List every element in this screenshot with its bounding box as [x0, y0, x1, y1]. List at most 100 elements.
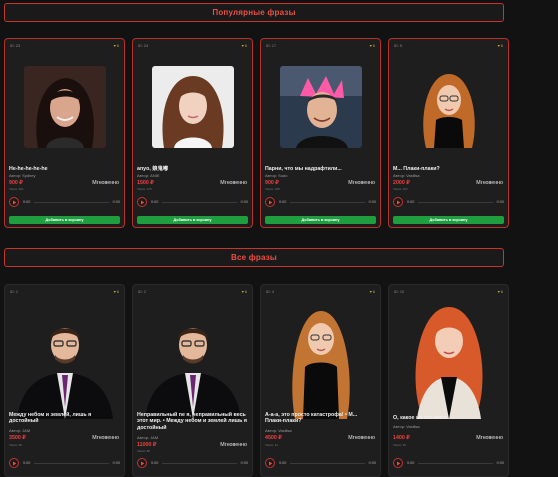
play-button[interactable] [265, 197, 275, 207]
favorite-count[interactable]: ♥ 6 [370, 290, 375, 294]
time-total: 0:00 [368, 461, 376, 465]
play-icon [140, 461, 144, 465]
time-current: 0:00 [279, 200, 287, 204]
progress-track[interactable] [34, 462, 109, 464]
add-to-cart-button[interactable]: Добавить в корзину [9, 216, 120, 224]
author-photo [390, 297, 507, 419]
audio-player: 0:00 0:00 [265, 457, 376, 469]
author-photo [151, 66, 234, 148]
delivery-type: Мгновенно [220, 442, 247, 448]
add-to-cart-button[interactable]: Добавить в корзину [137, 216, 248, 224]
audio-player: 0:00 0:00 [137, 196, 248, 208]
phrase-card[interactable]: ID: 1 ♥ 6 Между небом и землей, лишь я д… [4, 284, 125, 477]
play-button[interactable] [393, 458, 403, 468]
author-name: Автор: Vasilisa [393, 173, 420, 178]
author-photo [279, 66, 362, 148]
add-to-cart-button[interactable]: Добавить в корзину [393, 216, 504, 224]
play-icon [396, 200, 400, 204]
play-icon [268, 461, 272, 465]
phrase-card[interactable]: ID: 17 ♥ 6 Парни, что мы надрафтили... А… [260, 38, 381, 228]
phrase-card[interactable]: ID: 24 ♥ 6 anyo, 娘鬼嘟 Автор: ANIE 1500 ₽ … [132, 38, 253, 228]
phrase-card[interactable]: ID: 2 ♥ 6 Неправильный ne я, неправильны… [132, 284, 253, 477]
progress-track[interactable] [162, 462, 237, 464]
time-current: 0:00 [151, 200, 159, 204]
views-count: Views: 301 [9, 187, 24, 191]
progress-track[interactable] [290, 462, 365, 464]
favorite-count[interactable]: ♥ 6 [114, 44, 119, 48]
price: 2000 ₽ [393, 180, 410, 186]
price: 900 ₽ [265, 180, 279, 186]
phrase-title: He-he-he-he-he [9, 166, 48, 172]
author-name: Автор: Vasilisa [265, 428, 292, 433]
phrase-title: Парни, что мы надрафтили... [265, 166, 342, 172]
audio-player: 0:00 0:00 [265, 196, 376, 208]
phrase-card[interactable]: ID: 5 ♥ 6 М... Плаки-плаки? Автор: Vasil… [388, 38, 509, 228]
card-id: ID: 24 [138, 44, 149, 48]
card-id: ID: 1 [10, 290, 19, 294]
price: 3500 ₽ [9, 435, 26, 441]
progress-track[interactable] [418, 201, 493, 203]
popular-section-title: Популярные фразы [4, 3, 504, 22]
delivery-type: Мгновенно [92, 180, 119, 186]
audio-player: 0:00 0:00 [137, 457, 248, 469]
phrase-card[interactable]: ID: 4 ♥ 6 А-а-а, это просто катастрофа! … [260, 284, 381, 477]
progress-track[interactable] [418, 462, 493, 464]
audio-player: 0:00 0:00 [9, 196, 120, 208]
phrase-title: Между небом и землей, лишь я достойный [9, 412, 92, 425]
all-grid: ID: 1 ♥ 6 Между небом и землей, лишь я д… [4, 284, 513, 477]
author-name: Автор: Vasilisa [393, 424, 420, 429]
time-current: 0:00 [407, 200, 415, 204]
time-current: 0:00 [407, 461, 415, 465]
author-photo [262, 297, 379, 419]
audio-player: 0:00 0:00 [393, 196, 504, 208]
delivery-type: Мгновенно [220, 180, 247, 186]
favorite-count[interactable]: ♥ 6 [498, 44, 503, 48]
favorite-count[interactable]: ♥ 6 [242, 290, 247, 294]
play-icon [12, 200, 16, 204]
play-button[interactable] [265, 458, 275, 468]
time-total: 0:00 [496, 461, 504, 465]
popular-grid: ID: 23 ♥ 6 He-he-he-he-he Автор: Sydney … [4, 38, 513, 228]
play-button[interactable] [9, 458, 19, 468]
audio-player: 0:00 0:00 [393, 457, 504, 469]
delivery-type: Мгновенно [476, 435, 503, 441]
price: 1500 ₽ [137, 180, 154, 186]
time-current: 0:00 [23, 200, 31, 204]
price: 1400 ₽ [393, 435, 410, 441]
author-photo [23, 66, 106, 148]
card-id: ID: 5 [394, 44, 403, 48]
phrase-title: Неправильный ne я, неправильный весь это… [137, 412, 247, 431]
progress-track[interactable] [34, 201, 109, 203]
favorite-count[interactable]: ♥ 6 [242, 44, 247, 48]
play-button[interactable] [9, 197, 19, 207]
price: 900 ₽ [9, 180, 23, 186]
time-total: 0:00 [240, 200, 248, 204]
progress-track[interactable] [290, 201, 365, 203]
views-count: Views: 176 [137, 187, 152, 191]
delivery-type: Мгновенно [348, 180, 375, 186]
time-current: 0:00 [23, 461, 31, 465]
author-name: Автор: ANIE [137, 173, 160, 178]
play-button[interactable] [137, 197, 147, 207]
favorite-count[interactable]: ♥ 6 [498, 290, 503, 294]
add-to-cart-button[interactable]: Добавить в корзину [265, 216, 376, 224]
play-icon [12, 461, 16, 465]
play-button[interactable] [137, 458, 147, 468]
views-count: Views: 39 [393, 443, 406, 447]
progress-track[interactable] [162, 201, 237, 203]
card-id: ID: 2 [138, 290, 147, 294]
favorite-count[interactable]: ♥ 6 [370, 44, 375, 48]
play-button[interactable] [393, 197, 403, 207]
views-count: Views: 80 [137, 449, 150, 453]
phrase-card[interactable]: ID: 23 ♥ 6 He-he-he-he-he Автор: Sydney … [4, 38, 125, 228]
time-current: 0:00 [279, 461, 287, 465]
delivery-type: Мгновенно [476, 180, 503, 186]
favorite-count[interactable]: ♥ 6 [114, 290, 119, 294]
time-total: 0:00 [240, 461, 248, 465]
author-name: Автор: Sydney [9, 173, 36, 178]
phrase-card[interactable]: ID: 10 ♥ 6 О, какое же это мясо Автор: V… [388, 284, 509, 477]
play-icon [396, 461, 400, 465]
play-icon [140, 200, 144, 204]
audio-player: 0:00 0:00 [9, 457, 120, 469]
author-photo [134, 297, 251, 419]
